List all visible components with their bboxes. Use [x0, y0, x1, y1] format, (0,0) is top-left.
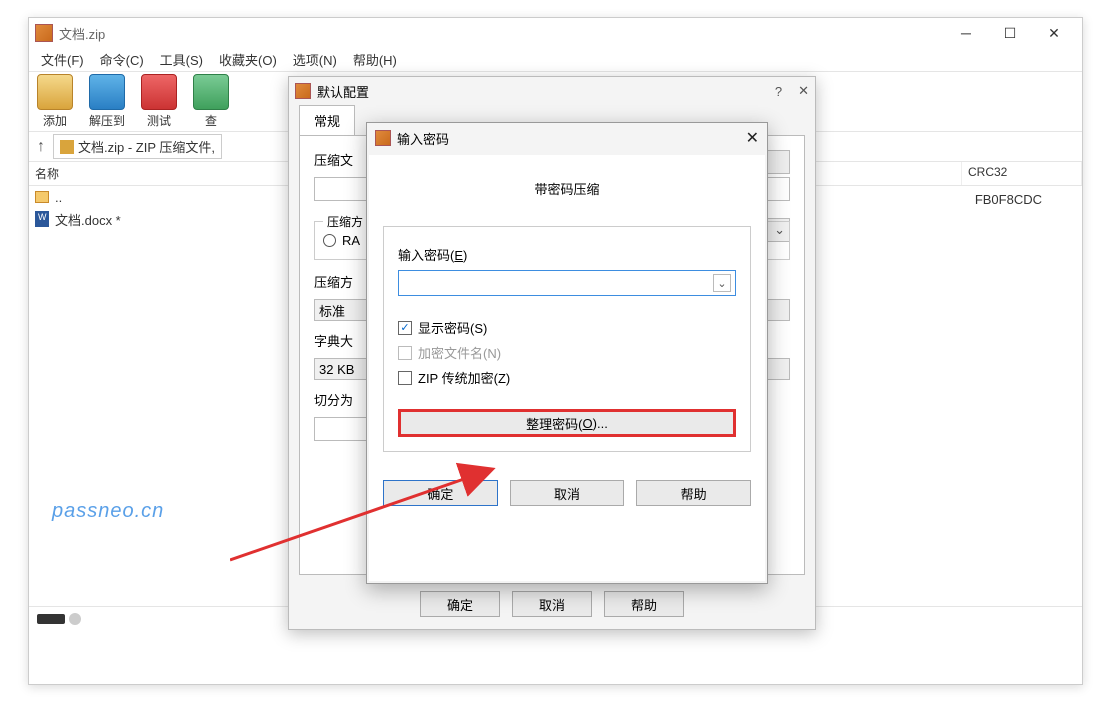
config-buttons: 确定 取消 帮助: [289, 585, 815, 629]
path-box[interactable]: 文档.zip - ZIP 压缩文件,: [53, 134, 222, 159]
docx-icon: [35, 211, 49, 227]
checkbox-icon: [398, 321, 412, 335]
password-dialog: 输入密码 ✕ 带密码压缩 输入密码(E) ⌄ 显示密码(S) 加密文件名(N) …: [366, 122, 768, 584]
menu-tools[interactable]: 工具(S): [152, 50, 211, 69]
method-value: 标准: [319, 301, 345, 320]
pwd-title: 输入密码: [397, 129, 449, 148]
chevron-down-icon[interactable]: ⌄: [713, 274, 731, 292]
chk-encrypt-label: 加密文件名(N): [418, 343, 501, 362]
pwd-heading: 带密码压缩: [383, 179, 751, 198]
add-button[interactable]: 添加: [37, 74, 73, 129]
view-icon: [193, 74, 229, 110]
dict-value: 32 KB: [319, 362, 354, 377]
status-pill-icon: [37, 614, 65, 624]
pwd-app-icon: [375, 130, 391, 146]
menu-favorites[interactable]: 收藏夹(O): [211, 50, 285, 69]
test-label: 测试: [147, 112, 171, 129]
path-text: 文档.zip - ZIP 压缩文件,: [78, 137, 215, 156]
config-app-icon: [295, 83, 311, 99]
app-icon: [35, 24, 53, 42]
pwd-body: 带密码压缩 输入密码(E) ⌄ 显示密码(S) 加密文件名(N) ZIP 传统加…: [369, 155, 765, 581]
up-icon[interactable]: ↑: [37, 138, 45, 156]
pwd-cancel-button[interactable]: 取消: [510, 480, 625, 506]
pwd-ok-button[interactable]: 确定: [383, 480, 498, 506]
config-title: 默认配置: [317, 82, 369, 101]
archive-icon: [60, 140, 74, 154]
row-up-label: ..: [55, 190, 62, 205]
radio-rar-label: RA: [342, 233, 360, 248]
checkbox-icon: [398, 371, 412, 385]
window-title: 文档.zip: [59, 24, 944, 43]
menu-command[interactable]: 命令(C): [92, 50, 152, 69]
menu-file[interactable]: 文件(F): [33, 50, 92, 69]
chk-show-label: 显示密码(S): [418, 318, 487, 337]
format-legend: 压缩方: [323, 213, 367, 230]
close-button[interactable]: ✕: [1032, 19, 1076, 47]
pwd-fieldset: 输入密码(E) ⌄ 显示密码(S) 加密文件名(N) ZIP 传统加密(Z) 整…: [383, 226, 751, 452]
minimize-button[interactable]: ─: [944, 19, 988, 47]
config-help-icon[interactable]: ?: [775, 84, 782, 99]
maximize-button[interactable]: ☐: [988, 19, 1032, 47]
checkbox-show-password[interactable]: 显示密码(S): [398, 318, 736, 337]
view-button[interactable]: 查: [193, 74, 229, 129]
checkbox-zip-legacy[interactable]: ZIP 传统加密(Z): [398, 368, 736, 387]
pwd-close-icon[interactable]: ✕: [746, 128, 759, 148]
radio-icon: [323, 234, 336, 247]
row-file-label: 文档.docx *: [55, 210, 121, 229]
checkbox-icon: [398, 346, 412, 360]
add-icon: [37, 74, 73, 110]
pwd-enter-label: 输入密码(E): [398, 245, 736, 264]
extract-icon: [89, 74, 125, 110]
col-crc[interactable]: CRC32: [962, 162, 1082, 185]
crc-value: FB0F8CDC: [975, 192, 1042, 207]
view-label: 查: [205, 112, 217, 129]
split-input[interactable]: [314, 417, 374, 441]
password-input[interactable]: ⌄: [398, 270, 736, 296]
config-ok-button[interactable]: 确定: [420, 591, 500, 617]
menu-help[interactable]: 帮助(H): [345, 50, 405, 69]
config-close-icon[interactable]: ✕: [798, 83, 809, 99]
titlebar: 文档.zip ─ ☐ ✕: [29, 18, 1082, 48]
chk-legacy-label: ZIP 传统加密(Z): [418, 368, 510, 387]
folder-icon: [35, 191, 49, 203]
extract-label: 解压到: [89, 112, 125, 129]
extract-button[interactable]: 解压到: [89, 74, 125, 129]
organize-passwords-button[interactable]: 整理密码(O)...: [398, 409, 736, 437]
test-icon: [141, 74, 177, 110]
watermark-text: passneo.cn: [52, 500, 164, 523]
pwd-help-button[interactable]: 帮助: [636, 480, 751, 506]
tab-general[interactable]: 常规: [299, 105, 355, 135]
menu-options[interactable]: 选项(N): [285, 50, 345, 69]
test-button[interactable]: 测试: [141, 74, 177, 129]
checkbox-encrypt-names: 加密文件名(N): [398, 343, 736, 362]
pwd-buttons: 确定 取消 帮助: [383, 480, 751, 506]
config-help-button[interactable]: 帮助: [604, 591, 684, 617]
menubar: 文件(F) 命令(C) 工具(S) 收藏夹(O) 选项(N) 帮助(H): [29, 48, 1082, 72]
add-label: 添加: [43, 112, 67, 129]
config-cancel-button[interactable]: 取消: [512, 591, 592, 617]
config-titlebar: 默认配置 ? ✕: [289, 77, 815, 105]
status-disc-icon: [69, 613, 81, 625]
password-titlebar: 输入密码 ✕: [367, 123, 767, 153]
